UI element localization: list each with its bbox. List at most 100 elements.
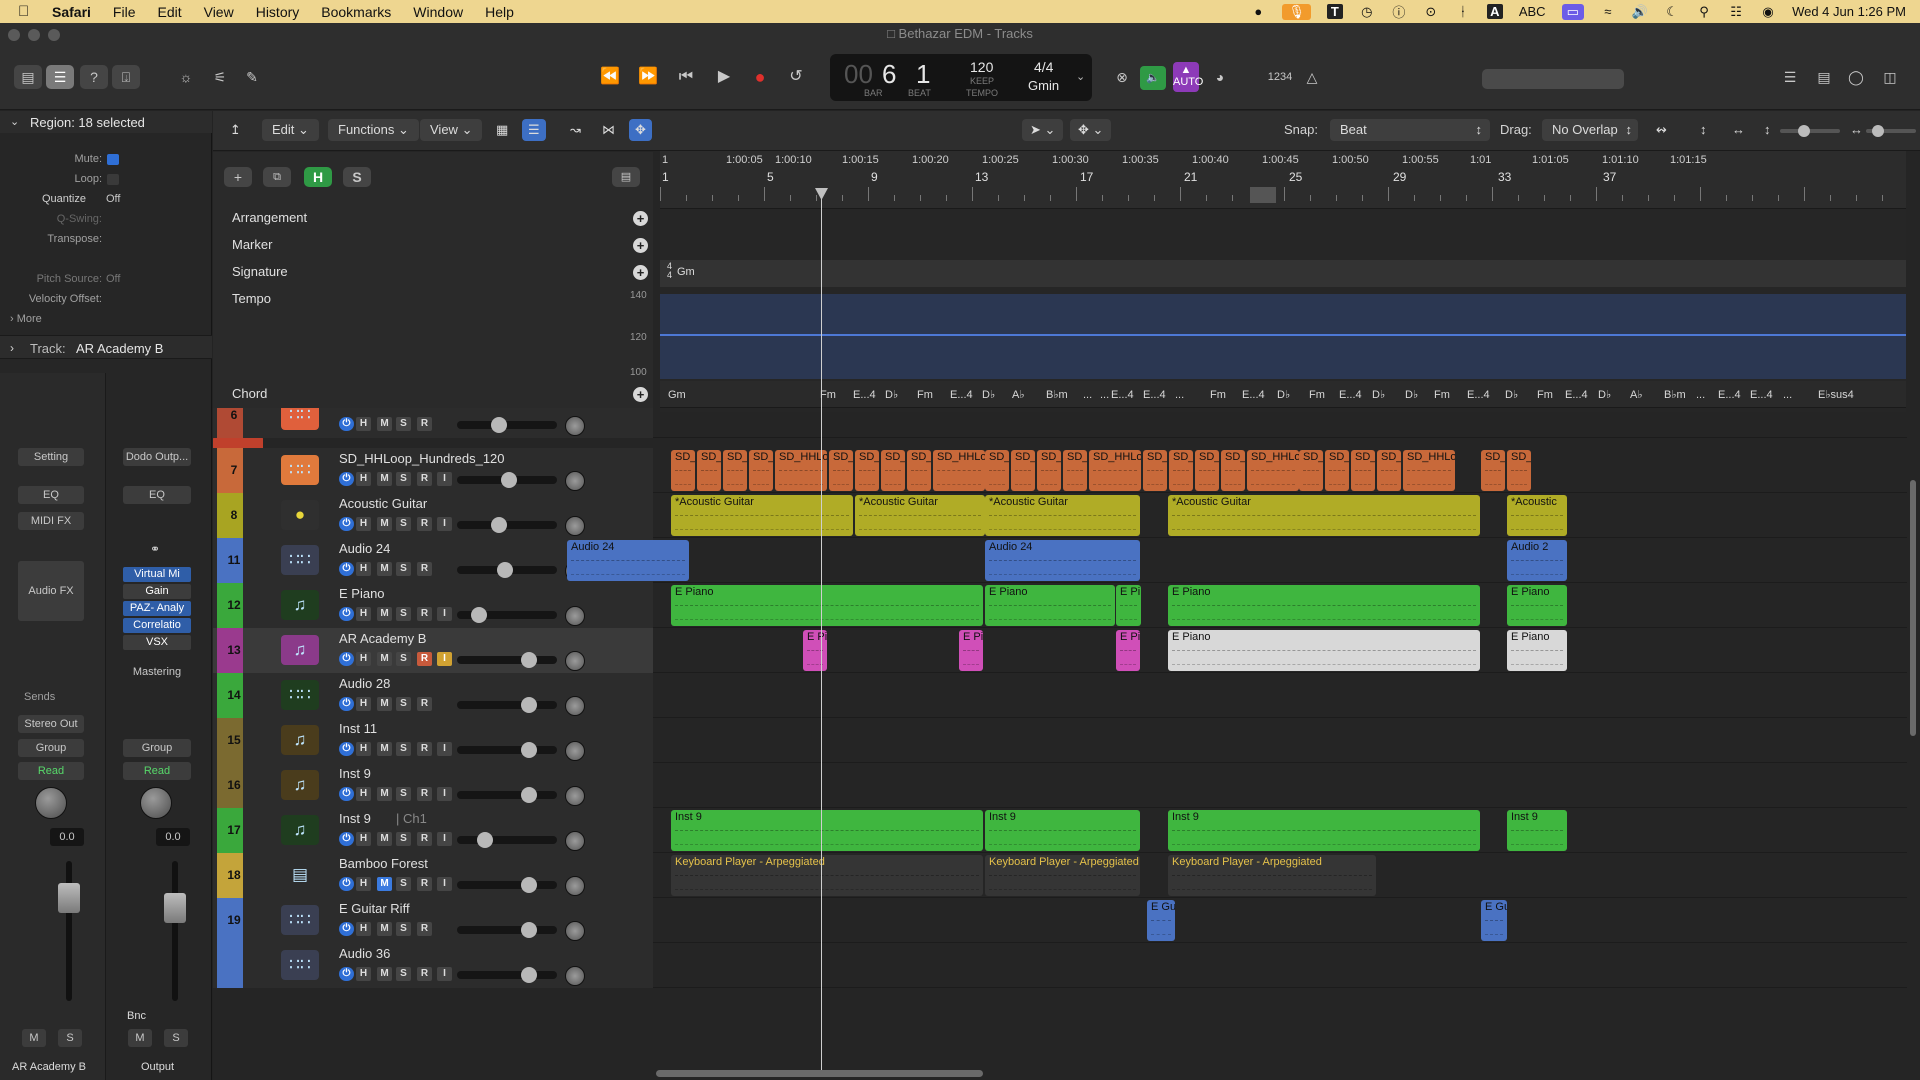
metronome-dial-icon[interactable]: ◕ — [1206, 65, 1234, 89]
volume-slider[interactable] — [457, 922, 557, 938]
browsers-icon[interactable]: ◫ — [1876, 65, 1904, 89]
chord-marker[interactable]: E...4 — [950, 386, 973, 404]
chord-marker[interactable]: Fm — [820, 386, 836, 404]
volume-thumb[interactable] — [521, 922, 537, 938]
power-button[interactable]: ⏻ — [339, 472, 354, 486]
chord-track-label[interactable]: Chord — [232, 386, 267, 401]
signature-marker[interactable]: 44 — [667, 262, 672, 280]
region[interactable]: Inst 9 — [671, 810, 983, 851]
input-monitor-button[interactable]: I — [437, 517, 452, 531]
mute-button[interactable]: M — [377, 472, 392, 486]
solo-button[interactable]: S — [58, 1029, 82, 1047]
edit-menu[interactable]: Edit ⌄ — [262, 119, 319, 141]
pan-knob[interactable] — [565, 966, 585, 986]
track-row[interactable]: 19 ∷∷ E Guitar Riff ⏻ H M S R — [213, 898, 1907, 943]
hide-button[interactable]: H — [356, 922, 371, 936]
toolbar-toggle-icon[interactable]: ⍗ — [112, 65, 140, 89]
region[interactable]: E Piano — [1168, 585, 1480, 626]
chord-marker[interactable]: Fm — [1210, 386, 1226, 404]
lcd-display[interactable]: 00 6 1 BAR BEAT 120 KEEP TEMPO 4/4 Gmin … — [830, 54, 1092, 101]
solo-button[interactable]: S — [396, 562, 411, 576]
region[interactable]: SD_ — [855, 450, 879, 491]
record-enable-button[interactable]: R — [417, 877, 432, 891]
region[interactable]: SD_ — [671, 450, 695, 491]
screen-mirroring-icon[interactable]: ▭ — [1561, 3, 1584, 20]
editors-icon[interactable]: ✎ — [238, 65, 266, 89]
volume-thumb[interactable] — [521, 787, 537, 803]
volume-slider[interactable] — [457, 652, 557, 668]
menu-window[interactable]: Window — [413, 4, 463, 20]
record-icon[interactable]: ● — [746, 65, 774, 89]
track-name[interactable]: Inst 9 — [339, 766, 371, 781]
power-button[interactable]: ⏻ — [339, 607, 354, 621]
mute-button[interactable]: M — [377, 922, 392, 936]
group-button[interactable]: Group — [18, 739, 84, 757]
input-monitor-button[interactable]: I — [437, 742, 452, 756]
pan-knob[interactable] — [565, 741, 585, 761]
volume-slider[interactable] — [457, 417, 557, 433]
catch-icon[interactable]: ✥ — [629, 119, 652, 141]
plugin-gain[interactable]: Gain — [123, 584, 191, 599]
mute-button[interactable]: M — [377, 967, 392, 981]
pan-knob[interactable] — [565, 876, 585, 896]
volume-thumb[interactable] — [521, 877, 537, 893]
hide-button[interactable]: H — [356, 832, 371, 846]
volume-thumb[interactable] — [521, 742, 537, 758]
horizontal-zoom-slider[interactable] — [1866, 125, 1916, 137]
region[interactable]: Keyboard Player - Arpeggiated — [1168, 855, 1376, 896]
track-header[interactable]: › Track: AR Academy B — [0, 335, 212, 359]
menu-history[interactable]: History — [256, 4, 300, 20]
minimize-window-button[interactable] — [28, 29, 40, 41]
pan-knob[interactable] — [565, 786, 585, 806]
clock[interactable]: Wed 4 Jun 1:26 PM — [1792, 4, 1906, 19]
input-monitor-button[interactable]: I — [437, 472, 452, 486]
region[interactable]: SD_ — [1325, 450, 1349, 491]
volume-thumb[interactable] — [521, 652, 537, 668]
volume-thumb[interactable] — [491, 517, 507, 533]
region[interactable]: Inst 9 — [985, 810, 1140, 851]
power-button[interactable]: ⏻ — [339, 652, 354, 666]
chord-marker[interactable]: B♭m — [1046, 386, 1068, 404]
pan-knob[interactable] — [565, 416, 585, 436]
signature-track-label[interactable]: Signature — [232, 264, 288, 279]
pointer-tool-icon[interactable]: ➤ ⌄ — [1022, 119, 1064, 141]
chord-marker[interactable]: Gm — [668, 386, 686, 404]
track-name[interactable]: E Guitar Riff — [339, 901, 410, 916]
track-name[interactable]: Audio 24 — [339, 541, 390, 556]
region[interactable]: E Pia — [1116, 630, 1140, 671]
chord-marker[interactable]: ... — [1083, 386, 1092, 404]
track-name[interactable]: Inst 9 — [339, 811, 371, 826]
ruler[interactable]: 1 1:00:05 1:00:10 1:00:15 1:00:20 1:00:25 1:00… — [660, 151, 1906, 209]
note-pad-icon[interactable]: ▤ — [1810, 65, 1838, 89]
record-enable-button[interactable]: R — [417, 697, 432, 711]
region[interactable]: SD_ — [1377, 450, 1401, 491]
track-row[interactable]: 16 ♫ Inst 9 ⏻ H M S R I — [213, 763, 1907, 808]
solo-button[interactable]: S — [396, 832, 411, 846]
menu-view[interactable]: View — [204, 4, 234, 20]
list-editors-icon[interactable]: ☰ — [1776, 65, 1804, 89]
tempo-track-label[interactable]: Tempo — [232, 291, 271, 306]
region[interactable]: E Piano — [1507, 630, 1567, 671]
mastering-button[interactable]: Mastering — [123, 663, 191, 681]
track-name[interactable]: Audio 28 — [339, 676, 390, 691]
input-source[interactable]: ABC — [1519, 4, 1546, 19]
chord-marker[interactable]: E...4 — [1750, 386, 1773, 404]
hide-button[interactable]: H — [356, 697, 371, 711]
mute-button[interactable]: M — [377, 562, 392, 576]
secondary-tool-icon[interactable]: ✥ ⌄ — [1070, 119, 1112, 141]
chord-marker[interactable]: D♭ — [1372, 386, 1385, 404]
list-view-icon[interactable]: ☰ — [522, 119, 546, 141]
volume-slider[interactable] — [457, 742, 557, 758]
volume-slider[interactable] — [457, 697, 557, 713]
volume-thumb[interactable] — [491, 417, 507, 433]
track-header[interactable]: 7 ∷∷ SD_HHLoop_Hundreds_120 ⏻ H M S R I — [213, 448, 653, 493]
plugin-vsx[interactable]: VSX — [123, 635, 191, 650]
region[interactable]: Keyboard Player - Arpeggiated — [985, 855, 1140, 896]
mute-checkbox[interactable] — [107, 154, 119, 165]
solo-tracks-button[interactable]: S — [343, 167, 371, 187]
track-name[interactable]: Acoustic Guitar — [339, 496, 427, 511]
region[interactable]: Inst 9 — [1507, 810, 1567, 851]
low-latency-icon[interactable]: 🔈 — [1140, 66, 1166, 90]
track-row[interactable]: 13 ♫ AR Academy B ⏻ H M S R I — [213, 628, 1907, 673]
output-fader-handle[interactable] — [164, 893, 186, 923]
